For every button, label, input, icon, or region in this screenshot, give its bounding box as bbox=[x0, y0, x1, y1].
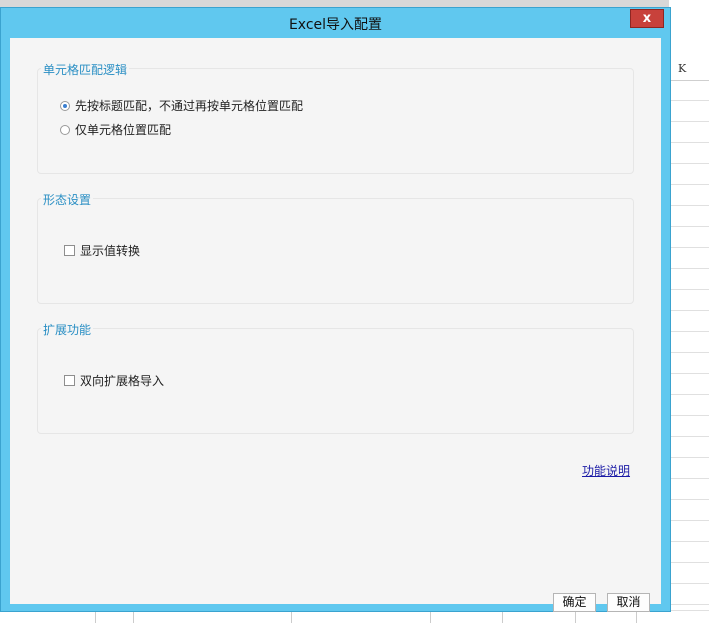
help-link[interactable]: 功能说明 bbox=[582, 462, 630, 479]
radio-title-then-position[interactable]: 先按标题匹配，不通过再按单元格位置匹配 bbox=[60, 97, 303, 114]
checkbox-label: 双向扩展格导入 bbox=[80, 374, 165, 388]
checkbox-label: 显示值转换 bbox=[80, 244, 141, 258]
radio-label: 仅单元格位置匹配 bbox=[75, 123, 172, 137]
radio-label: 先按标题匹配，不通过再按单元格位置匹配 bbox=[75, 99, 304, 113]
checkbox-icon[interactable] bbox=[64, 245, 75, 256]
dialog-titlebar[interactable]: Excel导入配置 x bbox=[1, 8, 670, 38]
grid-line bbox=[291, 612, 292, 623]
close-button[interactable]: x bbox=[630, 9, 664, 28]
grid-line bbox=[575, 612, 576, 623]
extension-title: 扩展功能 bbox=[41, 321, 94, 338]
cell-matching-title: 单元格匹配逻辑 bbox=[41, 61, 130, 78]
radio-position-only[interactable]: 仅单元格位置匹配 bbox=[60, 121, 171, 138]
radio-icon[interactable] bbox=[60, 124, 70, 135]
close-icon: x bbox=[642, 11, 652, 26]
spreadsheet-grid bbox=[669, 80, 709, 623]
grid-line bbox=[502, 612, 503, 623]
excel-import-config-dialog: Excel导入配置 x 单元格匹配逻辑 先按标题匹配，不通过再按单元格位置匹配 … bbox=[0, 7, 671, 612]
column-header[interactable] bbox=[669, 58, 709, 81]
checkbox-bidirectional-expand[interactable]: 双向扩展格导入 bbox=[64, 372, 164, 389]
grid-line bbox=[636, 612, 637, 623]
grid-line bbox=[430, 612, 431, 623]
dialog-title: Excel导入配置 bbox=[288, 17, 383, 33]
cancel-button[interactable]: 取消 bbox=[607, 593, 650, 612]
grid-line bbox=[95, 612, 96, 623]
display-settings-title: 形态设置 bbox=[41, 191, 94, 208]
ok-button[interactable]: 确定 bbox=[553, 593, 596, 612]
radio-icon-selected[interactable] bbox=[60, 100, 70, 111]
column-header-label: K bbox=[678, 62, 687, 75]
dialog-content: 单元格匹配逻辑 先按标题匹配，不通过再按单元格位置匹配 仅单元格位置匹配 形态设… bbox=[10, 38, 661, 612]
checkbox-display-value-convert[interactable]: 显示值转换 bbox=[64, 242, 140, 259]
checkbox-icon[interactable] bbox=[64, 375, 75, 386]
spreadsheet-bottom-row bbox=[0, 610, 709, 624]
grid-line bbox=[133, 612, 134, 623]
